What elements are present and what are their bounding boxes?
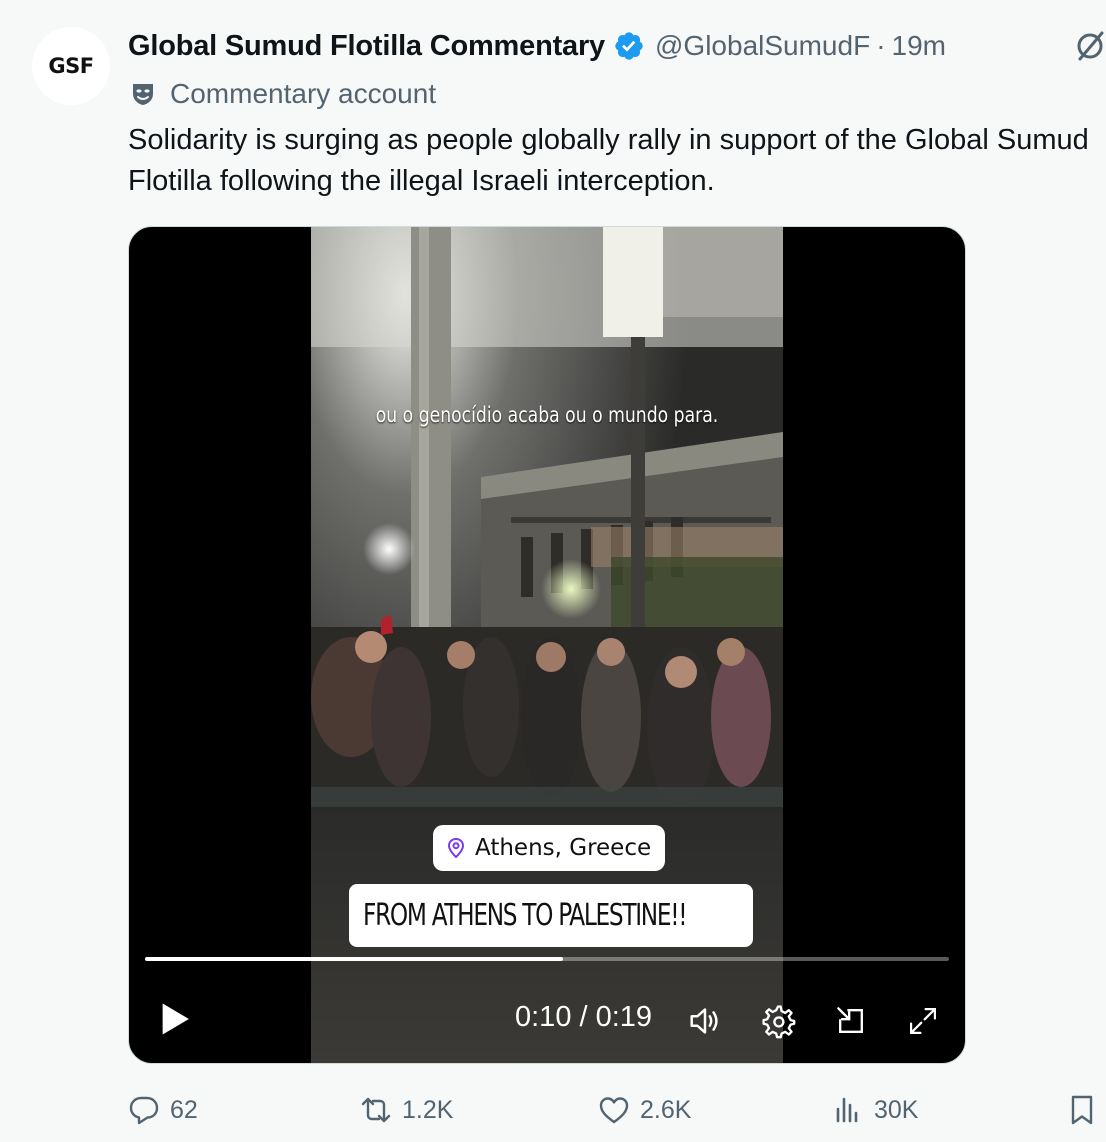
location-pin-icon xyxy=(445,837,467,859)
account-label[interactable]: Commentary account xyxy=(130,75,436,113)
tweet-text-line: Solidarity is surging as people globally… xyxy=(128,124,1089,156)
reply-icon xyxy=(129,1096,159,1125)
grok-icon[interactable] xyxy=(1072,28,1106,64)
tweet[interactable]: GSF Global Sumud Flotilla Commentary @Gl… xyxy=(0,0,1106,1142)
repost-icon xyxy=(361,1097,391,1123)
video-timecode: 0:10 / 0:19 xyxy=(515,1001,653,1033)
like-count: 2.6K xyxy=(640,1095,692,1124)
heart-icon xyxy=(599,1097,629,1124)
pip-button[interactable] xyxy=(831,1001,871,1041)
repost-count: 1.2K xyxy=(402,1095,454,1124)
avatar[interactable]: GSF xyxy=(32,27,110,105)
video-frame[interactable]: ou o genocídio acaba ou o mundo para. At… xyxy=(311,227,783,1063)
tweet-text-line: Flotilla following the illegal Israeli i… xyxy=(128,165,715,197)
video-subtitle: ou o genocídio acaba ou o mundo para. xyxy=(375,403,719,427)
verified-badge-icon[interactable] xyxy=(613,30,645,62)
bookmark-button[interactable] xyxy=(1066,1088,1098,1132)
account-label-text: Commentary account xyxy=(170,78,437,109)
settings-button[interactable] xyxy=(758,1001,798,1041)
video-progress-fill xyxy=(145,957,564,961)
views-button[interactable]: 30K xyxy=(832,1088,918,1132)
fullscreen-button[interactable] xyxy=(903,1001,943,1041)
volume-button[interactable] xyxy=(685,1001,725,1041)
location-text: Athens, Greece xyxy=(475,835,652,861)
timestamp[interactable]: 19m xyxy=(892,30,946,62)
reply-button[interactable]: 62 xyxy=(128,1088,198,1132)
video-player[interactable]: ou o genocídio acaba ou o mundo para. At… xyxy=(128,226,966,1064)
picture-in-picture-icon xyxy=(837,1007,863,1033)
views-count: 30K xyxy=(874,1095,919,1124)
separator-dot: · xyxy=(876,30,886,61)
commentary-mask-icon xyxy=(130,81,156,107)
display-name[interactable]: Global Sumud Flotilla Commentary xyxy=(128,30,605,63)
tweet-actions: 62 1.2K 2.6K 30K xyxy=(128,1088,1106,1132)
expand-icon xyxy=(909,1007,937,1035)
video-controls: 0:10 / 0:19 xyxy=(129,987,965,1051)
handle[interactable]: @GlobalSumudF xyxy=(655,30,870,62)
video-progress-bar[interactable] xyxy=(145,957,949,961)
tweet-header: Global Sumud Flotilla Commentary @Global… xyxy=(128,26,946,66)
like-button[interactable]: 2.6K xyxy=(598,1088,691,1132)
gear-icon xyxy=(762,1005,796,1039)
tweet-text: Solidarity is surging as people globally… xyxy=(128,120,1106,202)
repost-button[interactable]: 1.2K xyxy=(360,1088,453,1132)
reply-count: 62 xyxy=(170,1095,198,1124)
views-icon xyxy=(836,1097,858,1123)
play-icon xyxy=(162,1003,189,1035)
play-button[interactable] xyxy=(155,997,195,1041)
caption-text: FROM ATHENS TO PALESTINE!! xyxy=(363,898,688,933)
location-sticker: Athens, Greece xyxy=(433,825,666,871)
bookmark-icon xyxy=(1071,1095,1093,1125)
caption-sticker: FROM ATHENS TO PALESTINE!! xyxy=(349,884,753,947)
avatar-logo-text: GSF xyxy=(48,54,94,78)
speaker-icon xyxy=(690,1008,718,1034)
